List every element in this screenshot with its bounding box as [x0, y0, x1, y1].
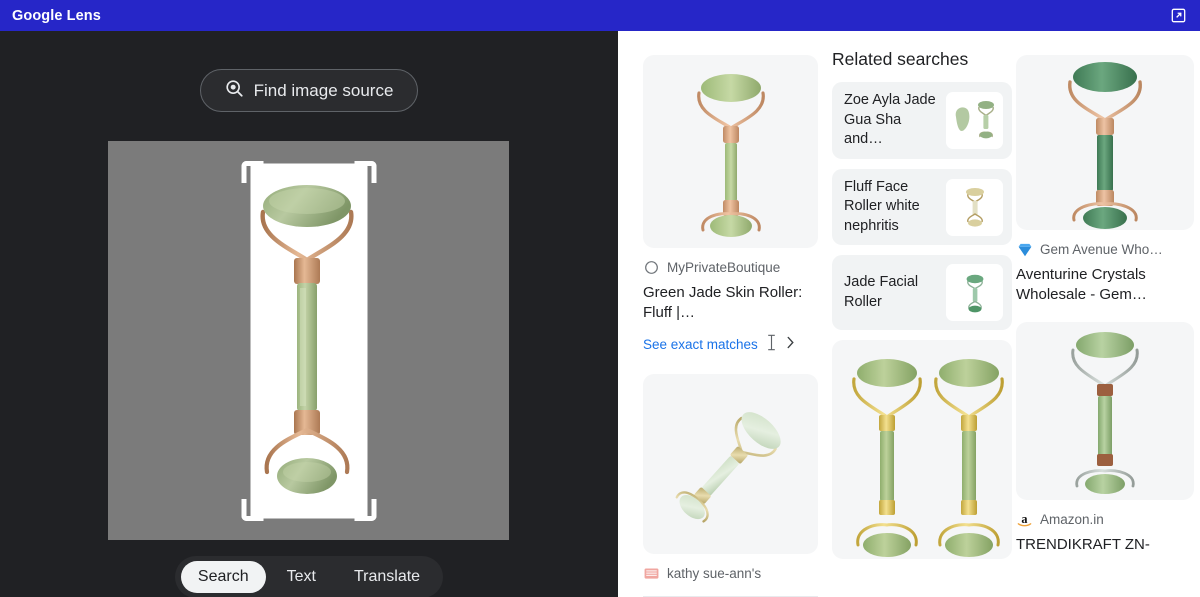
open-in-new-icon[interactable]	[1166, 4, 1190, 28]
result-card-myprivateboutique[interactable]: MyPrivateBoutique Green Jade Skin Roller…	[643, 55, 818, 356]
crop-handle-top-right[interactable]	[354, 160, 376, 183]
related-search-label: Zoe Ayla Jade Gua Sha and…	[844, 92, 936, 148]
result-source-name: kathy sue-ann's	[667, 565, 762, 581]
result-thumbnail[interactable]	[1016, 321, 1194, 500]
circle-outline-icon	[643, 259, 660, 276]
result-thumbnail[interactable]	[832, 340, 1012, 560]
google-lens-window: Google Lens Find image source Search Tex…	[0, 0, 1200, 597]
amazon-a-icon: a	[1016, 511, 1033, 528]
related-searches-heading: Related searches	[832, 49, 969, 69]
aventurine-roller-thumb-icon	[1068, 61, 1142, 229]
query-image[interactable]	[108, 141, 509, 540]
results-column-middle: Related searches Zoe Ayla Jade Gua Sha a…	[832, 31, 1012, 560]
visual-matches-panel[interactable]: MyPrivateBoutique Green Jade Skin Roller…	[618, 31, 1200, 597]
gua-sha-and-roller-thumb-icon	[946, 91, 1003, 149]
titlebar-actions	[1166, 4, 1190, 28]
result-source-row: kathy sue-ann's	[643, 565, 818, 582]
gem-icon	[1016, 241, 1033, 258]
related-search-chip-1[interactable]: Fluff Face Roller white nephritis	[832, 168, 1012, 246]
tab-translate[interactable]: Translate	[337, 561, 437, 593]
result-thumbnail[interactable]	[643, 55, 818, 248]
results-column-left: MyPrivateBoutique Green Jade Skin Roller…	[643, 31, 818, 597]
crop-handle-bottom-right[interactable]	[354, 498, 376, 521]
result-source-row: MyPrivateBoutique	[643, 259, 818, 276]
crop-handle-top-left[interactable]	[241, 160, 263, 183]
result-source-name: Amazon.in	[1040, 511, 1104, 527]
related-search-label: Fluff Face Roller white nephritis	[844, 178, 920, 234]
result-title[interactable]: Green Jade Skin Roller: Fluff |…	[643, 283, 818, 323]
result-source-row: Gem Avenue Who…	[1016, 241, 1194, 258]
image-preview-panel: Find image source Search Text Translate	[0, 31, 618, 597]
find-image-source-row: Find image source	[0, 69, 618, 112]
copper-band-jade-roller-thumb-icon	[1071, 331, 1139, 494]
result-thumbnail[interactable]	[1016, 55, 1194, 230]
text-cursor-icon	[766, 334, 777, 356]
crop-handle-bottom-left[interactable]	[241, 498, 263, 521]
pink-square-icon	[643, 565, 660, 582]
see-exact-matches-row[interactable]: See exact matches	[643, 334, 818, 356]
result-thumbnail[interactable]	[643, 373, 818, 554]
result-card-kathysueanns[interactable]: kathy sue-ann's	[643, 373, 818, 597]
result-card-gemavenue[interactable]: Gem Avenue Who… Aventurine Crystals Whol…	[1016, 55, 1194, 305]
result-title[interactable]: Aventurine Crystals Wholesale - Gem…	[1016, 265, 1194, 305]
find-image-source-label: Find image source	[253, 80, 394, 100]
jade-facial-roller-thumb-icon	[946, 264, 1003, 322]
result-source-name: Gem Avenue Who…	[1040, 242, 1163, 257]
crop-selection[interactable]	[241, 160, 376, 521]
related-search-label: Jade Facial Roller	[844, 274, 919, 310]
chevron-right-icon[interactable]	[785, 335, 796, 355]
double-jade-roller-thumb-icon	[852, 358, 1004, 557]
svg-text:a: a	[1021, 512, 1027, 526]
result-title[interactable]: TRENDIKRAFT ZN-	[1016, 535, 1194, 555]
window-title: Google Lens	[12, 7, 101, 24]
white-nephritis-roller-thumb-icon	[946, 178, 1003, 236]
see-exact-matches-link[interactable]: See exact matches	[643, 337, 758, 352]
related-search-chip-0[interactable]: Zoe Ayla Jade Gua Sha and…	[832, 82, 1012, 159]
result-card-amazon[interactable]: a Amazon.in TRENDIKRAFT ZN-	[1016, 321, 1194, 555]
window-titlebar: Google Lens	[0, 0, 1200, 31]
jade-roller-thumb-icon	[696, 73, 765, 237]
tab-search[interactable]: Search	[180, 561, 266, 593]
related-searches-section: Related searches Zoe Ayla Jade Gua Sha a…	[832, 49, 1012, 331]
results-column-right: Gem Avenue Who… Aventurine Crystals Whol…	[1016, 31, 1194, 555]
result-source-name: MyPrivateBoutique	[667, 260, 781, 275]
tab-text[interactable]: Text	[270, 561, 333, 593]
related-search-chip-2[interactable]: Jade Facial Roller	[832, 255, 1012, 331]
lens-search-icon	[225, 79, 244, 103]
find-image-source-button[interactable]: Find image source	[199, 69, 419, 112]
result-source-row: a Amazon.in	[1016, 511, 1194, 528]
angled-jade-roller-thumb-icon	[675, 412, 781, 523]
result-card-double-roller[interactable]	[832, 340, 1012, 560]
mode-tabs: Search Text Translate	[0, 556, 618, 597]
